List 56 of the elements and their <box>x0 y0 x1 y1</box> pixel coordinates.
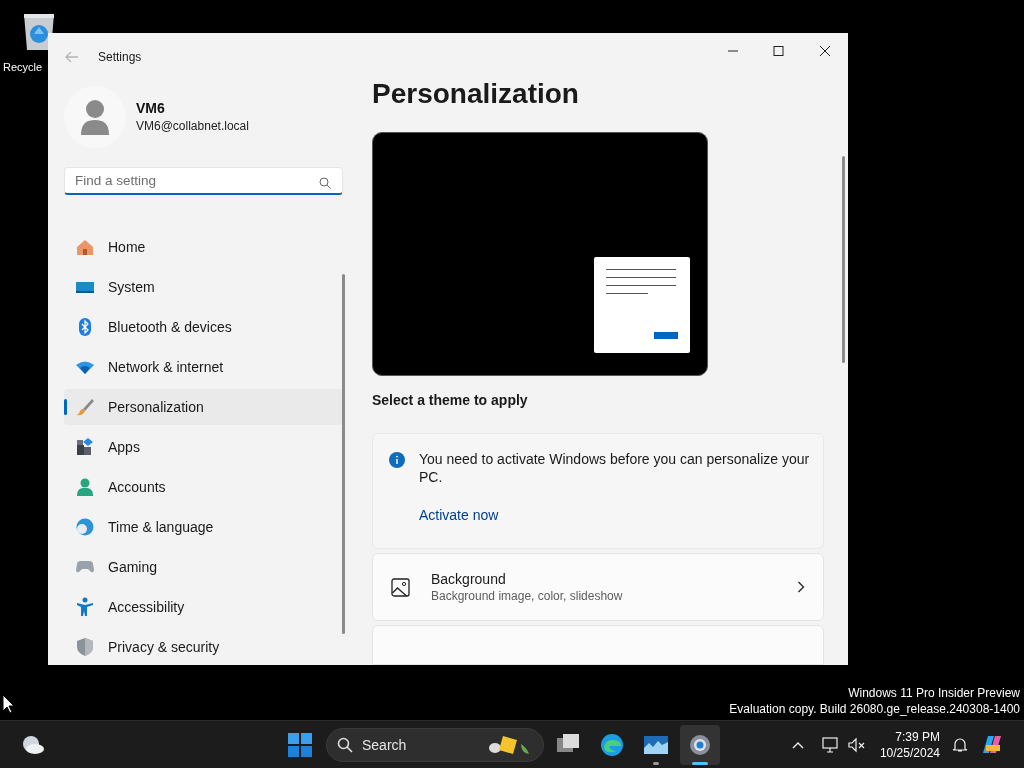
page-title: Personalization <box>372 77 580 111</box>
nav-item[interactable]: Gaming <box>64 549 344 585</box>
scrollbar[interactable] <box>842 156 845 363</box>
nav-item[interactable]: Network & internet <box>64 349 344 385</box>
nav-item[interactable]: Personalization <box>64 389 344 425</box>
weather-icon[interactable] <box>21 734 45 756</box>
nav-item[interactable]: System <box>64 269 344 305</box>
taskbar-app-button[interactable] <box>680 725 720 765</box>
nav-icon <box>75 477 95 497</box>
nav-item[interactable]: Time & language <box>64 509 344 545</box>
search-field[interactable]: Find a setting <box>64 166 343 195</box>
window-title: Settings <box>98 49 142 66</box>
clock[interactable]: 7:39 PM 10/25/2024 <box>879 729 940 761</box>
activate-link[interactable]: Activate now <box>419 505 499 526</box>
running-indicator <box>692 762 708 765</box>
setting-row[interactable]: Background Background image, color, slideshow <box>372 553 824 621</box>
info-icon <box>389 452 405 468</box>
nav-item[interactable]: Accounts <box>64 469 344 505</box>
mouse-pointer-icon <box>2 694 14 714</box>
image-icon <box>391 577 410 597</box>
chevron-right-icon <box>797 581 805 593</box>
maximize-icon <box>773 46 785 56</box>
setting-subtitle: Background image, color, slideshow <box>431 588 624 604</box>
windows-logo-icon <box>288 733 312 757</box>
search-icon <box>337 737 353 753</box>
system-info-text: Evaluation copy. Build 26080.ge_release.240308-1400 <box>729 701 1020 717</box>
user-name: VM6 <box>136 98 166 117</box>
nav-item[interactable]: Privacy & security <box>64 629 344 665</box>
selection-indicator <box>64 399 67 415</box>
browser-icon <box>599 732 625 758</box>
nav-item[interactable]: Bluetooth & devices <box>64 309 344 345</box>
close-icon <box>819 46 831 56</box>
nav-icon <box>75 517 95 537</box>
person-icon <box>80 98 110 135</box>
user-email: VM6@collabnet.local <box>136 117 249 135</box>
scrollbar[interactable] <box>342 274 345 634</box>
search-icon <box>319 176 331 189</box>
nav-icon <box>75 397 95 417</box>
notice-text: You need to activate Windows before you can personalize your PC. <box>419 450 811 486</box>
notification-bell-icon[interactable] <box>952 737 968 753</box>
taskbar-search[interactable]: Search <box>326 728 544 762</box>
nav-item[interactable]: Apps <box>64 429 344 465</box>
volume-muted-icon[interactable] <box>847 737 866 753</box>
nav-icon <box>75 637 95 657</box>
chevron-up-icon[interactable] <box>791 741 804 749</box>
nav-icon <box>75 597 95 617</box>
running-indicator <box>653 762 659 765</box>
setting-title: Background <box>431 570 507 588</box>
nav-icon <box>75 437 95 457</box>
desktop-icon-label[interactable]: Recycle <box>3 59 43 76</box>
nav-item[interactable]: Home <box>64 229 344 265</box>
nav-icon <box>75 237 95 257</box>
system-info-text: Windows 11 Pro Insider Preview <box>848 685 1020 701</box>
network-icon[interactable] <box>821 737 840 753</box>
nav-item[interactable]: Accessibility <box>64 589 344 625</box>
section-heading: Select a theme to apply <box>372 391 529 410</box>
